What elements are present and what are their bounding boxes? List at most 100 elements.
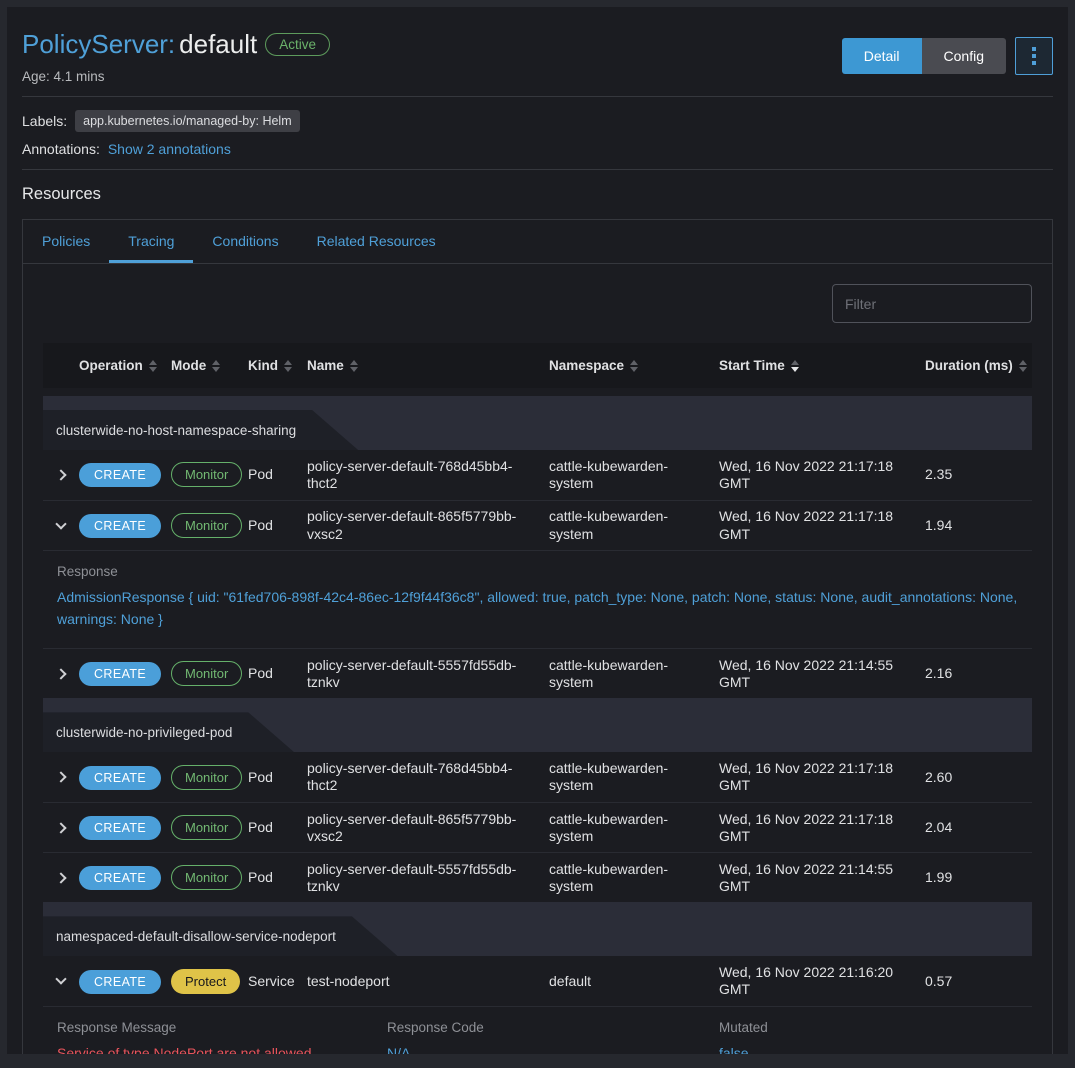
table-row[interactable]: CREATE Protect Service test-nodeport def… <box>43 956 1032 1006</box>
policy-group-header: clusterwide-no-privileged-pod <box>43 698 1032 752</box>
label-pill: app.kubernetes.io/managed-by: Helm <box>75 110 299 132</box>
expand-chevron-icon[interactable] <box>55 469 66 480</box>
name-cell: test-nodeport <box>307 973 549 990</box>
namespace-cell: cattle-kubewarden-system <box>549 760 719 794</box>
sort-icon <box>284 360 292 372</box>
response-code-label: Response Code <box>387 1020 719 1035</box>
duration-cell: 1.99 <box>925 869 1032 886</box>
kind-cell: Pod <box>248 769 307 786</box>
tab-related-resources[interactable]: Related Resources <box>298 220 455 263</box>
expand-chevron-icon[interactable] <box>55 822 66 833</box>
config-button[interactable]: Config <box>922 38 1006 74</box>
operation-badge: CREATE <box>79 463 161 487</box>
table-row[interactable]: CREATE Monitor Pod policy-server-default… <box>43 648 1032 698</box>
collapse-chevron-icon[interactable] <box>55 974 66 985</box>
annotations-label: Annotations: <box>22 141 100 157</box>
tabbar: Policies Tracing Conditions Related Reso… <box>23 220 1052 264</box>
response-message-value: Service of type NodePort are not allowed <box>57 1045 387 1054</box>
namespace-cell: cattle-kubewarden-system <box>549 458 719 492</box>
expand-chevron-icon[interactable] <box>55 872 66 883</box>
duration-cell: 1.94 <box>925 517 1032 534</box>
page-title: PolicyServer: default Active <box>22 29 330 60</box>
col-mode[interactable]: Mode <box>171 358 248 373</box>
table-row[interactable]: CREATE Monitor Pod policy-server-default… <box>43 852 1032 902</box>
duration-cell: 2.35 <box>925 466 1032 483</box>
collapse-chevron-icon[interactable] <box>55 518 66 529</box>
kind-cell: Pod <box>248 665 307 682</box>
duration-cell: 0.57 <box>925 973 1032 990</box>
sort-icon-active <box>791 360 799 372</box>
col-start-time[interactable]: Start Time <box>719 358 925 373</box>
mode-badge: Monitor <box>171 661 242 686</box>
policy-group-header: clusterwide-no-host-namespace-sharing <box>43 396 1032 450</box>
policy-group-tab: namespaced-default-disallow-service-node… <box>43 916 398 956</box>
labels-row: Labels: app.kubernetes.io/managed-by: He… <box>22 110 1053 132</box>
resource-name-label: default <box>179 29 257 60</box>
mode-badge: Monitor <box>171 765 242 790</box>
operation-badge: CREATE <box>79 816 161 840</box>
namespace-cell: default <box>549 973 719 990</box>
duration-cell: 2.16 <box>925 665 1032 682</box>
col-namespace[interactable]: Namespace <box>549 358 719 373</box>
response-label: Response <box>57 564 1018 579</box>
start-time-cell: Wed, 16 Nov 2022 21:17:18 GMT <box>719 760 925 794</box>
name-cell: policy-server-default-865f5779bb-vxsc2 <box>307 811 549 845</box>
mutated-value: false <box>719 1045 1018 1054</box>
mutated-label: Mutated <box>719 1020 1018 1035</box>
mode-badge: Monitor <box>171 865 242 890</box>
kind-cell: Pod <box>248 517 307 534</box>
age-label: Age: 4.1 mins <box>22 69 330 84</box>
filter-input[interactable] <box>832 284 1032 323</box>
namespace-cell: cattle-kubewarden-system <box>549 811 719 845</box>
status-badge: Active <box>265 33 330 56</box>
name-cell: policy-server-default-5557fd55db-tznkv <box>307 657 549 691</box>
sort-icon <box>212 360 220 372</box>
table-row[interactable]: CREATE Monitor Pod policy-server-default… <box>43 500 1032 550</box>
kind-cell: Service <box>248 973 307 990</box>
labels-label: Labels: <box>22 113 67 129</box>
table-row[interactable]: CREATE Monitor Pod policy-server-default… <box>43 802 1032 852</box>
operation-badge: CREATE <box>79 866 161 890</box>
col-operation[interactable]: Operation <box>79 358 171 373</box>
name-cell: policy-server-default-768d45bb4-thct2 <box>307 760 549 794</box>
detail-button[interactable]: Detail <box>842 38 922 74</box>
name-cell: policy-server-default-865f5779bb-vxsc2 <box>307 508 549 542</box>
mode-badge: Monitor <box>171 462 242 487</box>
table-row[interactable]: CREATE Monitor Pod policy-server-default… <box>43 752 1032 802</box>
namespace-cell: cattle-kubewarden-system <box>549 861 719 895</box>
operation-badge: CREATE <box>79 766 161 790</box>
tab-policies[interactable]: Policies <box>23 220 109 263</box>
table-row[interactable]: CREATE Monitor Pod policy-server-default… <box>43 450 1032 500</box>
policyserver-detail-page: PolicyServer: default Active Age: 4.1 mi… <box>7 7 1068 1054</box>
name-cell: policy-server-default-768d45bb4-thct2 <box>307 458 549 492</box>
mode-badge: Protect <box>171 969 240 994</box>
tracing-table: Operation Mode Kind Name <box>43 343 1032 1054</box>
resources-tabbox: Policies Tracing Conditions Related Reso… <box>22 219 1053 1054</box>
policy-group-tab: clusterwide-no-host-namespace-sharing <box>43 410 358 450</box>
sort-icon <box>149 360 157 372</box>
expand-chevron-icon[interactable] <box>55 668 66 679</box>
divider <box>22 96 1053 97</box>
operation-badge: CREATE <box>79 970 161 994</box>
start-time-cell: Wed, 16 Nov 2022 21:16:20 GMT <box>719 964 925 998</box>
header-actions: Detail Config <box>842 37 1053 75</box>
masthead: PolicyServer: default Active Age: 4.1 mi… <box>22 22 1053 84</box>
tab-conditions[interactable]: Conditions <box>193 220 297 263</box>
row-detail-fields: Response Message Service of type NodePor… <box>43 1006 1032 1054</box>
response-code-value: N/A <box>387 1045 719 1054</box>
col-kind[interactable]: Kind <box>248 358 307 373</box>
start-time-cell: Wed, 16 Nov 2022 21:14:55 GMT <box>719 861 925 895</box>
row-detail-response: Response AdmissionResponse { uid: "61fed… <box>43 550 1032 648</box>
show-annotations-link[interactable]: Show 2 annotations <box>108 141 231 157</box>
col-name[interactable]: Name <box>307 358 549 373</box>
divider <box>22 169 1053 170</box>
mode-badge: Monitor <box>171 815 242 840</box>
response-message-label: Response Message <box>57 1020 387 1035</box>
operation-badge: CREATE <box>79 514 161 538</box>
tab-tracing[interactable]: Tracing <box>109 220 193 263</box>
expand-chevron-icon[interactable] <box>55 772 66 783</box>
namespace-cell: cattle-kubewarden-system <box>549 508 719 542</box>
kebab-menu-button[interactable] <box>1015 37 1053 75</box>
tracing-panel: Operation Mode Kind Name <box>23 264 1052 1054</box>
col-duration[interactable]: Duration (ms) <box>925 358 1032 373</box>
